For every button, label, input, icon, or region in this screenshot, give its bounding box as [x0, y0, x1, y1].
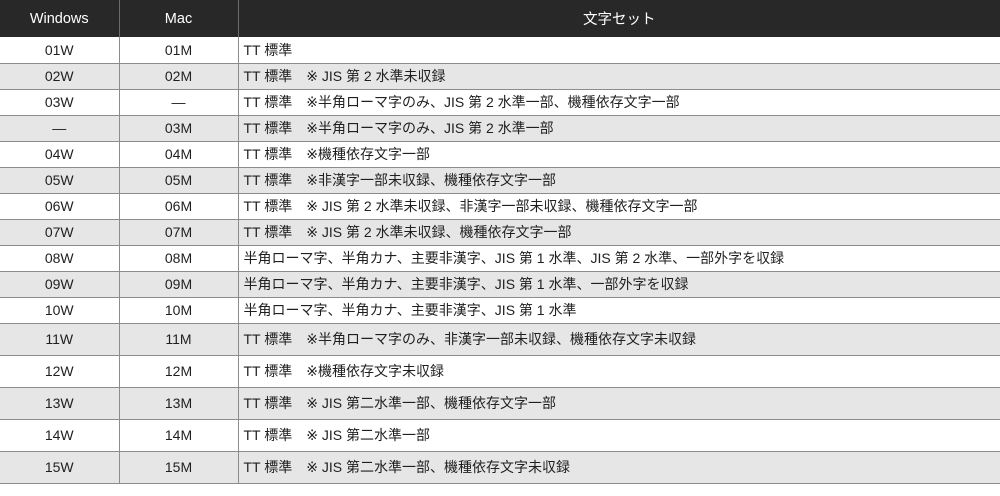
- header-windows: Windows: [29, 10, 89, 27]
- windows-cell: 07W: [0, 219, 119, 246]
- mac-cell: 10M: [118, 297, 238, 324]
- mac-cell: 02M: [118, 63, 238, 90]
- mac-cell: —: [118, 89, 238, 116]
- windows-cell: —: [0, 115, 119, 142]
- charset-cell: TT 標準 ※ JIS 第 2 水準未収録、非漢字一部未収録、機種依存文字一部: [237, 193, 1000, 220]
- header-mac: Mac: [118, 0, 238, 37]
- table-row: 06W 06M TT 標準 ※ JIS 第 2 水準未収録、非漢字一部未収録、機種依…: [0, 193, 1000, 220]
- windows-cell: 08W: [0, 245, 119, 272]
- windows-cell: 01W: [0, 37, 119, 64]
- table-row: 02W 02M TT 標準 ※ JIS 第 2 水準未収録: [0, 63, 1000, 90]
- windows-cell: 09W: [0, 271, 119, 298]
- windows-cell: 05W: [0, 167, 119, 194]
- charset-cell: TT 標準 ※ JIS 第二水準一部、機種依存文字一部: [237, 387, 1000, 420]
- table-row: 03W — TT 標準 ※半角ローマ字のみ、JIS 第 2 水準一部、機種依存文字一…: [0, 89, 1000, 116]
- windows-cell: 03W: [0, 89, 119, 116]
- header-charset: 文字セット: [237, 0, 1000, 37]
- charset-table: Windows Mac 文字セット 01W 01M TT 標準 02W 02M TT 標準…: [0, 0, 1000, 484]
- charset-cell: TT 標準 ※ JIS 第二水準一部: [237, 419, 1000, 452]
- charset-cell: TT 標準 ※半角ローマ字のみ、JIS 第 2 水準一部、機種依存文字一部: [237, 89, 1000, 116]
- table-body: 01W 01M TT 標準 02W 02M TT 標準 ※ JIS 第 2 水準未収録 03…: [0, 37, 1000, 484]
- table-row: 12W 12M TT 標準 ※機種依存文字未収録: [0, 355, 1000, 388]
- windows-cell: 10W: [0, 297, 119, 324]
- charset-cell: 半角ローマ字、半角カナ、主要非漢字、JIS 第 1 水準、JIS 第 2 水準、…: [237, 245, 1000, 272]
- table-row: 15W 15M TT 標準 ※ JIS 第二水準一部、機種依存文字未収録: [0, 451, 1000, 484]
- mac-cell: 01M: [118, 37, 238, 64]
- charset-cell: TT 標準: [237, 37, 1000, 64]
- table-header: Windows Mac 文字セット: [0, 0, 1000, 37]
- windows-cell: 06W: [0, 193, 119, 220]
- charset-cell: 半角ローマ字、半角カナ、主要非漢字、JIS 第 1 水準、一部外字を収録: [237, 271, 1000, 298]
- windows-cell: 02W: [0, 63, 119, 90]
- windows-cell: 14W: [0, 419, 119, 452]
- table-row: 13W 13M TT 標準 ※ JIS 第二水準一部、機種依存文字一部: [0, 387, 1000, 420]
- table-row: —03M TT 標準 ※半角ローマ字のみ、JIS 第 2 水準一部: [0, 115, 1000, 142]
- windows-cell: 12W: [0, 355, 119, 388]
- mac-cell: 03M: [118, 115, 238, 142]
- windows-cell: 11W: [0, 323, 119, 356]
- mac-cell: 05M: [118, 167, 238, 194]
- table-row: 04W 04M TT 標準 ※機種依存文字一部: [0, 141, 1000, 168]
- table-row: 07W 07M TT 標準 ※ JIS 第 2 水準未収録、機種依存文字一部: [0, 219, 1000, 246]
- table-row: 10W 10M 半角ローマ字、半角カナ、主要非漢字、JIS 第 1 水準: [0, 297, 1000, 324]
- mac-cell: 04M: [118, 141, 238, 168]
- windows-cell: 15W: [0, 451, 119, 484]
- mac-cell: 15M: [118, 451, 238, 484]
- mac-cell: 08M: [118, 245, 238, 272]
- mac-cell: 12M: [118, 355, 238, 388]
- mac-cell: 13M: [118, 387, 238, 420]
- charset-cell: TT 標準 ※ JIS 第 2 水準未収録: [237, 63, 1000, 90]
- charset-cell: 半角ローマ字、半角カナ、主要非漢字、JIS 第 1 水準: [237, 297, 1000, 324]
- table-row: 14W 14M TT 標準 ※ JIS 第二水準一部: [0, 419, 1000, 452]
- mac-cell: 09M: [118, 271, 238, 298]
- windows-cell: 13W: [0, 387, 119, 420]
- mac-cell: 11M: [118, 323, 238, 356]
- header-row: Windows Mac 文字セット: [0, 0, 1000, 37]
- mac-cell: 14M: [118, 419, 238, 452]
- mac-cell: 06M: [118, 193, 238, 220]
- table-row: 05W 05M TT 標準 ※非漢字一部未収録、機種依存文字一部: [0, 167, 1000, 194]
- table-row: 09W 09M 半角ローマ字、半角カナ、主要非漢字、JIS 第 1 水準、一部外字を…: [0, 271, 1000, 298]
- charset-cell: TT 標準 ※ JIS 第二水準一部、機種依存文字未収録: [237, 451, 1000, 484]
- charset-cell: TT 標準 ※機種依存文字一部: [237, 141, 1000, 168]
- charset-cell: TT 標準 ※半角ローマ字のみ、JIS 第 2 水準一部: [237, 115, 1000, 142]
- windows-cell: 04W: [0, 141, 119, 168]
- table-row: 08W 08M 半角ローマ字、半角カナ、主要非漢字、JIS 第 1 水準、JIS 第…: [0, 245, 1000, 272]
- charset-cell: TT 標準 ※半角ローマ字のみ、非漢字一部未収録、機種依存文字未収録: [237, 323, 1000, 356]
- table-row: 01W 01M TT 標準: [0, 37, 1000, 64]
- charset-cell: TT 標準 ※ JIS 第 2 水準未収録、機種依存文字一部: [237, 219, 1000, 246]
- charset-cell: TT 標準 ※機種依存文字未収録: [237, 355, 1000, 388]
- table-row: 11W 11M TT 標準 ※半角ローマ字のみ、非漢字一部未収録、機種依存文字未収録: [0, 323, 1000, 356]
- mac-cell: 07M: [118, 219, 238, 246]
- charset-cell: TT 標準 ※非漢字一部未収録、機種依存文字一部: [237, 167, 1000, 194]
